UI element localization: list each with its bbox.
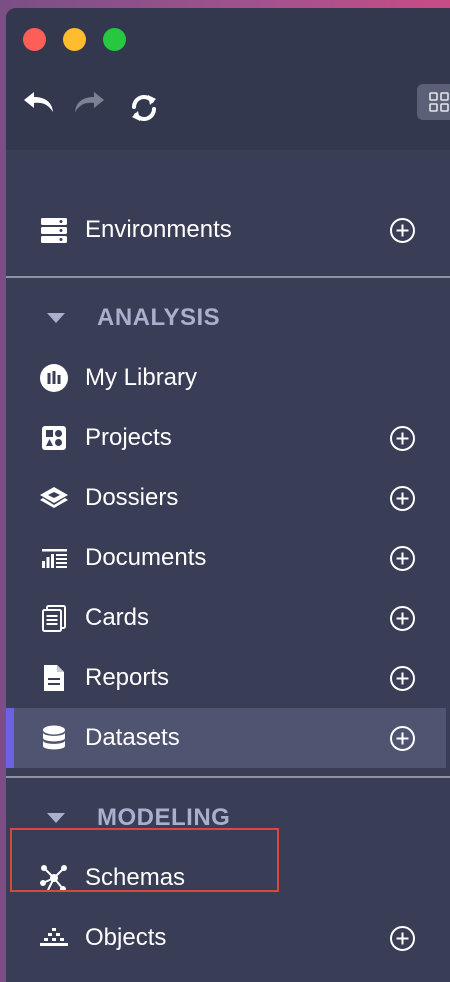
window-maximize-button[interactable]	[103, 28, 126, 51]
add-circle-icon[interactable]	[389, 545, 416, 572]
sidebar-item-reports[interactable]: Reports	[6, 648, 446, 708]
sidebar-item-label: Dossiers	[85, 484, 179, 511]
report-icon	[44, 665, 64, 691]
sidebar-item-documents[interactable]: Documents	[6, 528, 446, 588]
add-circle-icon[interactable]	[389, 665, 416, 692]
section-title: ANALYSIS	[97, 304, 221, 331]
section-divider	[6, 776, 450, 778]
sidebar-item-datasets[interactable]: Datasets	[6, 708, 446, 768]
section-header-analysis[interactable]: ANALYSIS	[6, 288, 446, 348]
cards-icon	[42, 605, 66, 632]
sidebar-item-label: Datasets	[85, 724, 180, 751]
sidebar-item-label: Cards	[85, 604, 150, 631]
dossier-icon	[40, 487, 68, 508]
projects-icon	[42, 426, 66, 450]
sidebar-item-label: Projects	[85, 424, 172, 451]
grid-view-button[interactable]	[417, 84, 450, 120]
document-icon	[42, 549, 67, 568]
add-circle-icon[interactable]	[389, 605, 416, 632]
add-circle-icon[interactable]	[389, 217, 416, 244]
window-close-button[interactable]	[23, 28, 46, 51]
sidebar-item-my-library[interactable]: My Library	[6, 348, 446, 408]
add-circle-icon[interactable]	[389, 725, 416, 752]
window-minimize-button[interactable]	[63, 28, 86, 51]
refresh-icon[interactable]	[126, 90, 162, 126]
add-circle-icon[interactable]	[389, 425, 416, 452]
sidebar-item-label: Reports	[85, 664, 170, 691]
add-circle-icon[interactable]	[389, 485, 416, 512]
collapse-caret-icon	[47, 313, 65, 323]
sidebar-item-label: Documents	[85, 544, 207, 571]
sidebar-item-objects[interactable]: Objects	[6, 908, 446, 968]
sidebar-item-cards[interactable]: Cards	[6, 588, 446, 648]
library-icon	[40, 364, 68, 392]
collapse-caret-icon	[47, 813, 65, 823]
redo-icon	[75, 92, 104, 112]
sidebar-item-projects[interactable]: Projects	[6, 408, 446, 468]
sidebar-item-label: Environments	[85, 216, 232, 243]
grid-view-icon	[429, 92, 449, 112]
sidebar-item-dossiers[interactable]: Dossiers	[6, 468, 446, 528]
title-bar	[6, 8, 450, 150]
sidebar-item-label: Objects	[85, 924, 167, 951]
database-icon	[43, 725, 65, 750]
objects-icon	[40, 928, 68, 946]
sidebar-item-environments[interactable]: Environments	[6, 200, 446, 260]
highlight-annotation	[10, 828, 279, 892]
section-divider	[6, 276, 450, 278]
server-icon	[41, 218, 67, 243]
sidebar-item-label: My Library	[85, 364, 198, 391]
undo-icon[interactable]	[20, 86, 60, 118]
add-circle-icon[interactable]	[389, 925, 416, 952]
